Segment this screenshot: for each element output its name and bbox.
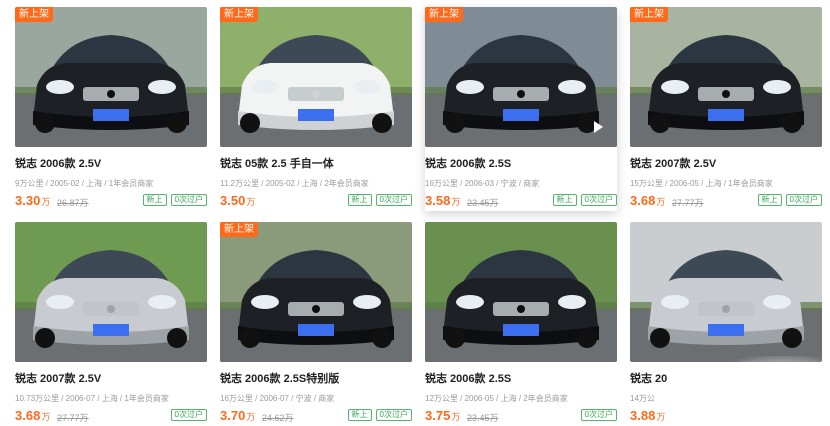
listing-meta: 16万公里 / 2006-07 / 宁波 / 商家 [220,394,335,403]
listing-price: 3.58万 [425,193,461,208]
car-photo [220,7,412,147]
car-photo [425,7,617,147]
new-listing-badge: 新上架 [220,222,258,237]
listing-title[interactable]: 锐志 2007款 2.5V [630,155,822,171]
listing-card[interactable]: 新上架锐志 2007款 2.5V 15万公里 / 2006-05 / 上海 / 1… [630,7,822,211]
car-photo [220,222,412,362]
new-listing-badge: 新上架 [15,7,53,22]
listing-photo[interactable]: 新上架 [425,7,617,147]
listing-photo[interactable] [630,222,822,362]
listing-photo[interactable]: 新上架 [630,7,822,147]
original-price: 23.45万 [467,413,499,423]
listing-title[interactable]: 锐志 2006款 2.5S [425,155,617,171]
fade-overlay [692,356,822,426]
listing-card[interactable]: 新上架锐志 2006款 2.5S 16万公里 / 2006-03 / 宁波 / 商… [425,7,617,211]
listing-card[interactable]: 新上架锐志 05款 2.5 手自一体 11.2万公里 / 2005-02 / 上海… [220,7,412,211]
listing-photo[interactable] [15,222,207,362]
listing-price: 3.50万 [220,193,256,208]
listing-price: 3.75万 [425,408,461,423]
listing-badge: 0次过户 [580,409,617,421]
listing-badge: 0次过户 [170,409,207,421]
listing-price: 3.30万 [15,193,51,208]
listing-card[interactable]: 锐志 20 14万公 3.88万 [630,222,822,426]
original-price: 26.87万 [57,198,89,208]
listing-card[interactable]: 锐志 2006款 2.5S 12万公里 / 2006-05 / 上海 / 2年会员… [425,222,617,426]
original-price: 27.77万 [672,198,704,208]
listing-badge: 0次过户 [170,194,207,206]
listing-meta: 12万公里 / 2006-05 / 上海 / 2年会员商家 [425,394,568,403]
listing-badge: 0次过户 [375,409,412,421]
listing-photo[interactable]: 新上架 [220,222,412,362]
new-listing-badge: 新上架 [630,7,668,22]
listing-badge: 新上 [552,194,577,206]
car-photo [15,7,207,147]
listing-card[interactable]: 锐志 2007款 2.5V 10.73万公里 / 2006-07 / 上海 / 1… [15,222,207,426]
car-photo [425,222,617,362]
new-listing-badge: 新上架 [220,7,258,22]
listing-price: 3.70万 [220,408,256,423]
original-price: 23.45万 [467,198,499,208]
car-photo [630,222,822,362]
listing-card[interactable]: 新上架锐志 2006款 2.5S特别版 16万公里 / 2006-07 / 宁波 … [220,222,412,426]
listing-meta: 11.2万公里 / 2005-02 / 上海 / 2年会员商家 [220,179,369,188]
car-photo [630,7,822,147]
listing-price: 3.68万 [630,193,666,208]
play-icon[interactable] [594,121,603,133]
listing-badge: 新上 [757,194,782,206]
listing-badge: 0次过户 [785,194,822,206]
listing-badge: 0次过户 [375,194,412,206]
listing-photo[interactable]: 新上架 [220,7,412,147]
listing-meta: 15万公里 / 2006-05 / 上海 / 1年会员商家 [630,179,773,188]
listing-title[interactable]: 锐志 2006款 2.5S [425,370,617,386]
listing-title[interactable]: 锐志 2006款 2.5S特别版 [220,370,412,386]
listing-photo[interactable] [425,222,617,362]
car-photo [15,222,207,362]
listing-title[interactable]: 锐志 2006款 2.5V [15,155,207,171]
new-listing-badge: 新上架 [425,7,463,22]
listing-badge: 新上 [347,409,372,421]
listing-title[interactable]: 锐志 2007款 2.5V [15,370,207,386]
original-price: 24.62万 [262,413,294,423]
listing-badge: 新上 [347,194,372,206]
listing-badge: 新上 [142,194,167,206]
listing-photo[interactable]: 新上架 [15,7,207,147]
listing-meta: 10.73万公里 / 2006-07 / 上海 / 1年会员商家 [15,394,169,403]
listing-price: 3.68万 [15,408,51,423]
listing-title[interactable]: 锐志 05款 2.5 手自一体 [220,155,412,171]
listing-card[interactable]: 新上架锐志 2006款 2.5V 9万公里 / 2005-02 / 上海 / 1年… [15,7,207,211]
listing-meta: 16万公里 / 2006-03 / 宁波 / 商家 [425,179,540,188]
listing-price: 3.88万 [630,408,666,423]
listing-badge: 0次过户 [580,194,617,206]
original-price: 27.77万 [57,413,89,423]
listing-meta: 9万公里 / 2005-02 / 上海 / 1年会员商家 [15,179,154,188]
